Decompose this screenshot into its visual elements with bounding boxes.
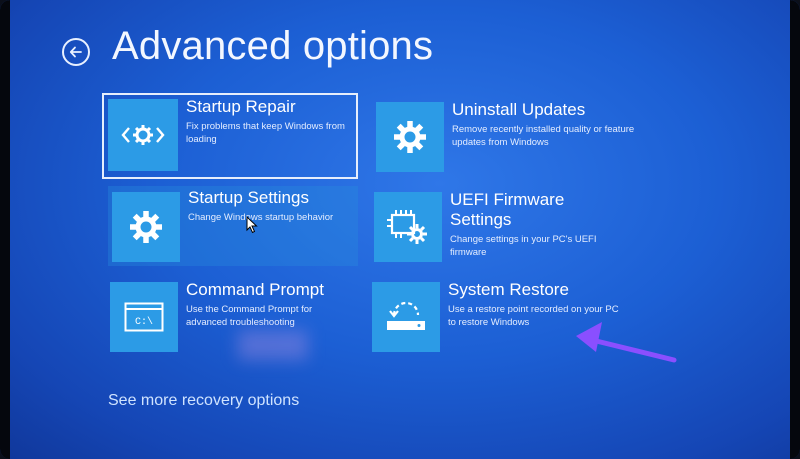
option-description: Change settings in your PC's UEFI firmwa…: [450, 234, 597, 258]
startup-repair-tile: [108, 99, 178, 171]
uninstall-updates-tile: [376, 102, 444, 172]
command-prompt-icon: C:\: [124, 302, 164, 332]
page-title: Advanced options: [112, 24, 434, 68]
option-title: System Restore: [448, 280, 569, 299]
uefi-firmware-tile: [374, 192, 442, 262]
screen-glare: [238, 330, 308, 360]
see-more-recovery-options-link[interactable]: See more recovery options: [108, 392, 299, 410]
option-description: Use the Command Prompt for advanced trou…: [186, 304, 313, 328]
startup-settings-tile: [112, 192, 180, 262]
monitor-bezel-right: [790, 0, 800, 459]
gear-icon: [394, 121, 426, 153]
arrow-left-icon: [69, 46, 82, 58]
option-startup-repair[interactable]: Startup Repair Fix problems that keep Wi…: [102, 93, 358, 179]
system-restore-tile: [372, 282, 440, 352]
chip-gear-icon: [387, 210, 427, 244]
mouse-cursor-icon: [246, 216, 258, 234]
option-title: Startup Repair: [186, 97, 296, 116]
option-command-prompt[interactable]: C:\ Command Prompt Use the Command Promp…: [110, 280, 360, 354]
option-title: Command Prompt: [186, 280, 324, 299]
option-uninstall-updates[interactable]: Uninstall Updates Remove recently instal…: [376, 100, 636, 174]
command-prompt-tile: C:\: [110, 282, 178, 352]
startup-repair-icon: [121, 125, 165, 145]
option-title: UEFI Firmware Settings: [450, 190, 565, 229]
option-title: Startup Settings: [188, 188, 309, 207]
monitor-bezel-left: [0, 0, 10, 459]
svg-text:C:\: C:\: [135, 316, 153, 328]
option-description: Fix problems that keep Windows from load…: [186, 121, 345, 145]
gear-icon: [130, 211, 162, 243]
back-button[interactable]: [62, 38, 90, 66]
recovery-screen: Advanced options Startup Repair Fix prob…: [0, 0, 800, 459]
option-description: Change Windows startup behavior: [188, 212, 334, 223]
option-startup-settings[interactable]: Startup Settings Change Windows startup …: [108, 186, 358, 266]
system-restore-icon: [387, 301, 425, 330]
annotation-arrow-icon: [576, 322, 677, 363]
option-uefi-firmware-settings[interactable]: UEFI Firmware Settings Change settings i…: [374, 190, 634, 264]
option-title: Uninstall Updates: [452, 100, 586, 119]
option-description: Remove recently installed quality or fea…: [452, 124, 635, 148]
